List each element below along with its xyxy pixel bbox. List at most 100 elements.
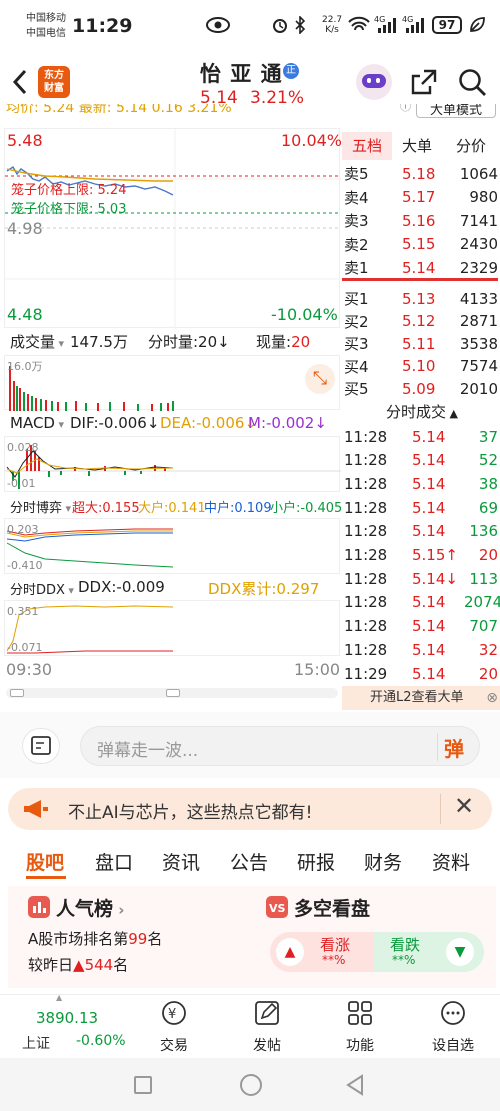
game-axis-bottom: -0.410 bbox=[7, 559, 43, 572]
trade-price: 5.14 bbox=[412, 617, 446, 636]
svg-text:¥: ¥ bbox=[168, 1007, 176, 1022]
bid-row[interactable]: 买1 5.13 4133 bbox=[342, 287, 500, 310]
tab-6[interactable]: 资料 bbox=[432, 848, 470, 875]
expand-icon[interactable]: ⤡ bbox=[305, 364, 335, 394]
ask-price: 5.16 bbox=[402, 211, 436, 230]
volume-total: 147.5万 bbox=[70, 333, 128, 351]
clock: 11:29 bbox=[72, 15, 133, 37]
tab-0[interactable]: 股吧 bbox=[26, 848, 64, 875]
back-icon[interactable] bbox=[10, 68, 30, 96]
ddx-axis-top: 0.351 bbox=[7, 605, 39, 618]
promo-banner[interactable]: 不止AI与芯片，这些热点它都有! ✕ bbox=[8, 788, 492, 830]
tab-five-levels[interactable]: 五档 bbox=[342, 132, 392, 160]
index-change: -0.60% bbox=[76, 1033, 126, 1049]
active-tab-indicator bbox=[26, 876, 66, 879]
minute-volume: 分时量:20↓ bbox=[148, 333, 230, 351]
tab-4[interactable]: 研报 bbox=[297, 848, 335, 875]
trade-volume: 707 bbox=[469, 617, 498, 636]
ai-robot-avatar[interactable] bbox=[356, 64, 392, 100]
trade-time: 11:28 bbox=[344, 427, 388, 446]
trade-price: 5.14 bbox=[412, 474, 446, 493]
bluetooth-icon bbox=[295, 16, 306, 34]
bull-button[interactable]: ▲ 看涨 **% bbox=[270, 932, 374, 972]
verified-badge: 正 bbox=[283, 63, 299, 79]
danmu-input[interactable]: 弹幕走一波... 弹 bbox=[80, 726, 480, 766]
popularity-rank: A股市场排名第99名 bbox=[28, 930, 163, 948]
close-icon[interactable]: ✕ bbox=[454, 792, 474, 820]
ask-row[interactable]: 卖5 5.18 1064 bbox=[342, 162, 500, 185]
bid-row[interactable]: 买3 5.11 3538 bbox=[342, 332, 500, 355]
ask-label: 卖1 bbox=[344, 259, 369, 277]
volume-chart[interactable]: 16.0万 ⤡ bbox=[4, 355, 340, 411]
intraday-price-chart[interactable]: 5.48 4.98 4.48 10.04% -10.04% 笼子价格上限: 5.… bbox=[4, 128, 342, 329]
ask-label: 卖5 bbox=[344, 165, 369, 183]
pct-axis-low: -10.04% bbox=[271, 305, 338, 324]
ask-row[interactable]: 卖2 5.15 2430 bbox=[342, 233, 500, 256]
ddx-chart[interactable]: 0.351 -0.071 bbox=[4, 600, 340, 656]
home-icon[interactable] bbox=[240, 1074, 262, 1096]
ask-price: 5.18 bbox=[402, 164, 436, 183]
tab-1[interactable]: 盘口 bbox=[95, 848, 133, 875]
close-banner-icon[interactable]: ⊗ bbox=[486, 686, 498, 710]
status-bar: 中国移动 中国电信 11:29 22.7 K/s 4G 4G 97 bbox=[0, 0, 500, 52]
bid-row[interactable]: 买5 5.09 2010 bbox=[342, 377, 500, 400]
carrier-2: 中国电信 bbox=[26, 28, 66, 39]
macd-chart[interactable]: 0.028 -0.01 bbox=[4, 436, 341, 492]
macd-axis-bottom: -0.01 bbox=[7, 477, 36, 490]
tab-2[interactable]: 资讯 bbox=[162, 848, 200, 875]
ask-row[interactable]: 卖3 5.16 7141 bbox=[342, 209, 500, 232]
game-chart[interactable]: 0.203 -0.410 bbox=[4, 518, 340, 574]
bid-row[interactable]: 买4 5.10 7574 bbox=[342, 355, 500, 378]
nav-add-watchlist[interactable]: 设自选 bbox=[413, 995, 493, 1059]
trade-row: 11:28 5.14 2074 bbox=[342, 591, 500, 614]
index-value[interactable]: 3890.13 bbox=[36, 1009, 98, 1027]
bid-label: 买5 bbox=[344, 380, 369, 398]
bear-button[interactable]: 看跌 **% ▼ bbox=[374, 932, 484, 972]
tab-5[interactable]: 财务 bbox=[364, 848, 402, 875]
share-icon[interactable] bbox=[410, 68, 438, 96]
ddx-tab[interactable]: 分时DDX ▾ bbox=[10, 579, 74, 598]
game-super: 超大:0.155 bbox=[72, 501, 140, 516]
recent-apps-icon[interactable] bbox=[134, 1076, 152, 1094]
bid-label: 买2 bbox=[344, 312, 369, 331]
trade-price: 5.14 bbox=[412, 498, 446, 517]
comment-bar: 弹幕走一波... 弹 bbox=[0, 712, 500, 778]
cards-area: 人气榜 › A股市场排名第99名 较昨日▲544名 VS 多空看盘 ▲ 看涨 *… bbox=[8, 886, 496, 988]
comment-list-icon[interactable] bbox=[22, 728, 60, 764]
trade-price: 5.14 bbox=[412, 522, 446, 541]
nav-post[interactable]: 发帖 bbox=[227, 995, 307, 1059]
nav-functions[interactable]: 功能 bbox=[320, 995, 400, 1059]
scroll-handle-left[interactable] bbox=[10, 689, 24, 697]
megaphone-icon bbox=[24, 800, 48, 818]
bear-arrow-icon: ▼ bbox=[446, 938, 474, 966]
volume-tab[interactable]: 成交量 ▾ bbox=[10, 331, 64, 352]
bid-price: 5.11 bbox=[402, 334, 436, 353]
tab-3[interactable]: 公告 bbox=[230, 848, 268, 875]
info-icon[interactable]: ⓘ bbox=[400, 104, 411, 114]
danmu-button[interactable]: 弹 bbox=[437, 733, 467, 761]
trade-price: 5.14 bbox=[412, 427, 446, 446]
big-order-mode-button[interactable]: 大单模式 bbox=[416, 104, 496, 118]
ask-price: 5.17 bbox=[402, 188, 436, 206]
ask-row[interactable]: 卖4 5.17 980 bbox=[342, 186, 500, 209]
ask-volume: 1064 bbox=[459, 164, 498, 183]
macd-tab[interactable]: MACD ▾ bbox=[10, 414, 64, 432]
trade-volume: 2074 bbox=[464, 593, 500, 612]
nav-trade[interactable]: ¥ 交易 bbox=[134, 995, 214, 1059]
popularity-title[interactable]: 人气榜 › bbox=[56, 894, 124, 921]
trade-time: 11:28 bbox=[344, 498, 388, 517]
l2-banner[interactable]: 开通L2查看大单 ⊗ bbox=[342, 686, 500, 710]
nav-trade-label: 交易 bbox=[160, 1038, 188, 1054]
back-nav-icon[interactable] bbox=[344, 1074, 366, 1096]
eastmoney-logo[interactable]: 东方 财富 bbox=[38, 66, 70, 98]
scroll-handle-right[interactable] bbox=[166, 689, 180, 697]
trades-title[interactable]: 分时成交 ▲ bbox=[386, 401, 458, 422]
bid-row[interactable]: 买2 5.12 2871 bbox=[342, 310, 500, 333]
search-icon[interactable] bbox=[458, 68, 488, 98]
time-scroll-track[interactable] bbox=[6, 688, 338, 698]
ask-row[interactable]: 卖1 5.14 2329 bbox=[342, 256, 500, 279]
macd-dif: DIF:-0.006↓ bbox=[70, 414, 160, 432]
tab-big-orders[interactable]: 大单 bbox=[402, 132, 432, 160]
game-tab[interactable]: 分时博弈 ▾ bbox=[10, 497, 71, 516]
tab-price-split[interactable]: 分价 bbox=[456, 132, 486, 160]
